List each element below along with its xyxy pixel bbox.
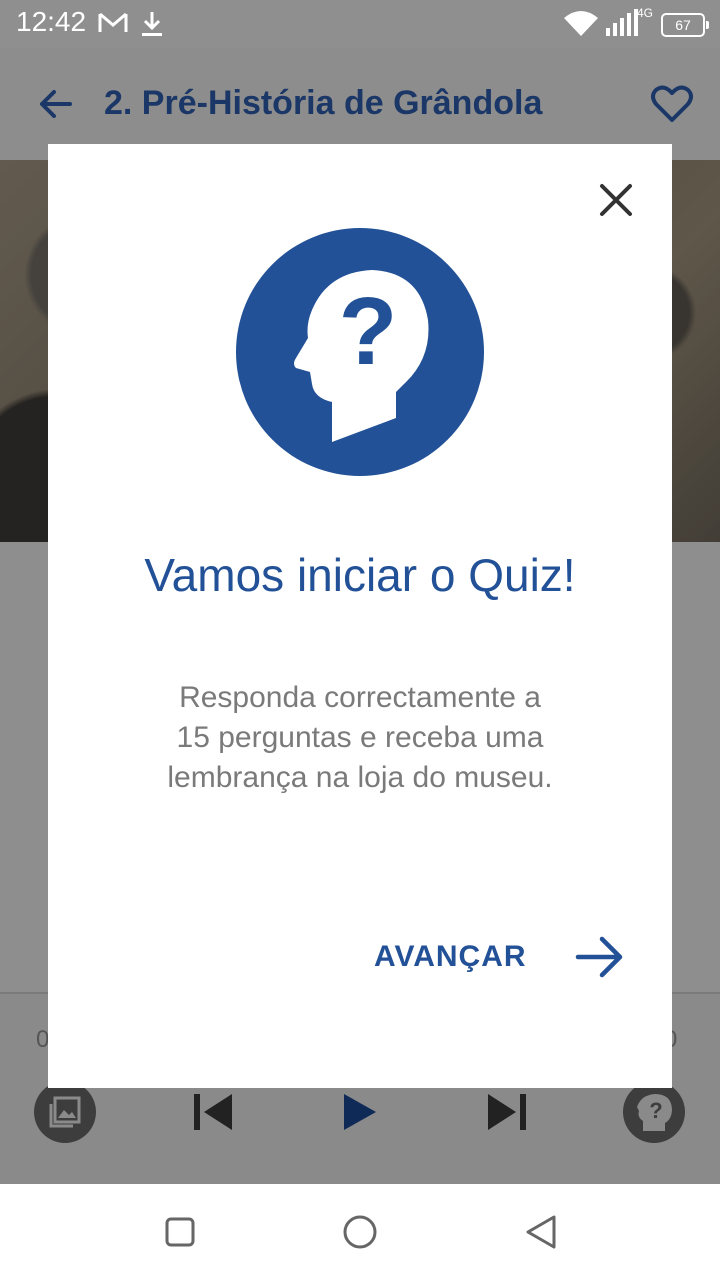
heart-icon[interactable] [650,84,694,129]
network-type: 4G [637,6,654,20]
status-bar: 12:42 4G 67 [0,0,720,48]
arrow-right-icon [574,932,626,987]
quiz-head-icon: ? [635,1091,675,1138]
gallery-button[interactable] [34,1081,96,1143]
wifi-icon [562,8,600,43]
skip-next-icon[interactable] [486,1092,528,1137]
play-icon[interactable] [342,1092,378,1137]
home-circle-icon[interactable] [342,1214,378,1255]
close-icon[interactable] [594,178,638,222]
next-button[interactable]: AVANÇAR [372,928,632,988]
dialog-title: Vamos iniciar o Quiz! [144,549,576,601]
system-nav-bar [0,1184,720,1280]
back-arrow-icon[interactable] [36,84,76,129]
svg-text:?: ? [339,278,398,385]
recents-square-icon[interactable] [164,1216,196,1253]
dialog-body-line: Responda correctamente a [179,681,541,714]
quiz-illustration: ? [236,228,484,476]
dialog-body: Responda correctamente a 15 perguntas e … [104,678,616,798]
gmail-icon [98,10,128,41]
page-title: 2. Pré-História de Grândola [104,84,543,122]
next-button-label: AVANÇAR [374,940,527,973]
back-triangle-icon[interactable] [524,1214,558,1255]
quiz-head-icon: ? [292,268,432,453]
dialog-body-line: 15 perguntas e receba uma [176,721,544,754]
signal-icon [604,8,640,43]
svg-text:?: ? [649,1098,662,1123]
status-time: 12:42 [16,6,87,37]
quiz-button[interactable]: ? [623,1081,685,1143]
skip-previous-icon[interactable] [192,1092,234,1137]
gallery-icon [49,1096,81,1133]
dialog-body-line: lembrança na loja do museu. [167,761,553,794]
battery-indicator: 67 [661,13,709,37]
download-icon [140,10,164,43]
